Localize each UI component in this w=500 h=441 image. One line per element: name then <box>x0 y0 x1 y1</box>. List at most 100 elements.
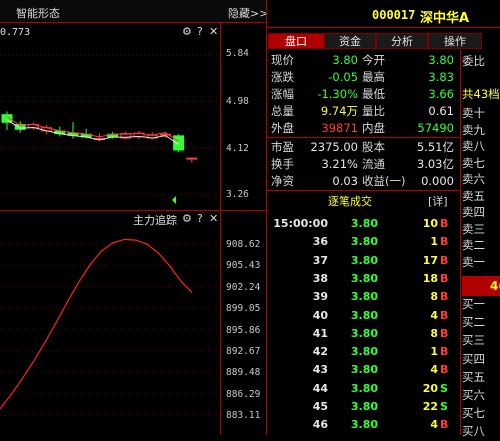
trade-time: 15:00:00 <box>273 217 328 230</box>
quote-value: 3.66 <box>428 87 454 101</box>
quote-label: 总量 <box>271 104 294 118</box>
stock-code: 000017 <box>372 8 416 22</box>
trade-volume: 22 <box>422 400 438 413</box>
trade-side: B <box>440 290 449 304</box>
tab-fenxi[interactable]: 分析 <box>376 33 428 49</box>
fund-value: 0.000 <box>421 174 454 188</box>
moving-average-line <box>6 119 179 145</box>
trade-time: 39 <box>312 290 328 304</box>
divider <box>220 22 221 435</box>
quote-label: 最高 <box>362 70 385 84</box>
trade-side: S <box>440 400 448 413</box>
trade-time: 41 <box>312 326 328 340</box>
trade-time: 42 <box>312 345 328 359</box>
trade-price: 3.80 <box>350 290 378 304</box>
candle <box>1 114 13 123</box>
kline-chart <box>0 54 220 204</box>
stock-name: 深中华A <box>420 11 470 26</box>
trade-row: 45 3.80 22 S <box>268 398 458 416</box>
quote-label: 内盘 <box>362 121 385 135</box>
trade-row: 38 3.80 18 B <box>268 270 458 288</box>
indicator-chart <box>0 238 220 416</box>
quote-value: 3.80 <box>332 53 358 67</box>
trade-side: B <box>440 217 449 230</box>
hide-panel-button[interactable]: 隐藏>> <box>228 5 268 21</box>
indicator-curve <box>0 238 193 410</box>
fund-label: 股本 <box>362 140 385 154</box>
trade-time: 36 <box>312 235 328 249</box>
trade-price: 3.80 <box>350 400 378 413</box>
trade-volume: 4 <box>430 418 438 432</box>
fund-label: 市盈 <box>271 140 294 154</box>
quote-label: 涨幅 <box>271 87 294 101</box>
trade-row: 40 3.80 4 B <box>268 307 458 325</box>
tab-zijin[interactable]: 资金 <box>324 33 376 49</box>
trade-row: 46 3.80 4 B <box>268 416 458 434</box>
trade-volume: 17 <box>422 253 438 267</box>
trade-time: 40 <box>312 308 328 322</box>
trades-detail-link[interactable]: [详] <box>428 193 448 209</box>
trade-price: 3.80 <box>350 345 378 359</box>
trade-time: 44 <box>312 381 328 395</box>
trade-side: S <box>440 381 448 395</box>
fund-value: 5.51亿 <box>416 140 454 154</box>
trade-volume: 10 <box>422 217 438 230</box>
candle <box>186 157 198 160</box>
trade-row: 15:00:00 3.80 10 B <box>268 215 458 233</box>
buy-level: 买八 <box>462 424 485 439</box>
buy-level: 买一 <box>462 297 485 311</box>
trade-row: 42 3.80 1 B <box>268 343 458 361</box>
buy-level: 买二 <box>462 315 485 330</box>
trade-time: 38 <box>312 271 328 285</box>
trade-price: 3.80 <box>350 326 378 340</box>
quote-label: 今开 <box>362 53 385 67</box>
trade-side: B <box>440 308 449 322</box>
quote-label: 量比 <box>362 104 385 118</box>
quote-label: 外盘 <box>271 121 294 135</box>
fund-label: 净资 <box>271 174 294 188</box>
buy-level: 买三 <box>462 333 485 348</box>
trade-volume: 1 <box>430 235 438 249</box>
quote-value: 0.61 <box>428 104 454 118</box>
trade-side: B <box>440 418 449 432</box>
buy-level: 买四 <box>462 351 485 366</box>
weibi-label: 委比 <box>462 54 485 68</box>
trade-volume: 18 <box>422 271 438 285</box>
trade-row: 43 3.80 4 B <box>268 361 458 379</box>
quote-label: 涨跌 <box>271 70 294 84</box>
tab-pankou[interactable]: 盘口 <box>268 33 324 49</box>
quote-value: 3.80 <box>428 53 454 67</box>
divider <box>267 137 460 138</box>
quote-value: -1.30% <box>317 87 358 101</box>
trade-volume: 8 <box>430 290 438 304</box>
trade-volume: 8 <box>430 326 438 340</box>
candle <box>173 135 185 151</box>
trade-row: 41 3.80 8 B <box>268 325 458 343</box>
trade-price: 3.80 <box>350 381 378 395</box>
trade-price: 3.80 <box>350 235 378 249</box>
trade-time: 43 <box>312 363 328 377</box>
quote-label: 最低 <box>362 87 385 101</box>
order-book-header: 共43档 <box>462 87 500 101</box>
trade-price: 3.80 <box>350 418 378 432</box>
quote-value: 3.83 <box>428 70 454 84</box>
sell-level: 卖一 <box>462 254 485 269</box>
trade-price: 3.80 <box>350 308 378 322</box>
tab-caozuo[interactable]: 操作 <box>428 33 482 49</box>
trade-row: 44 3.80 20 S <box>268 380 458 398</box>
fund-value: 3.03亿 <box>416 157 454 171</box>
quote-value: 39871 <box>321 121 358 135</box>
trade-volume: 20 <box>422 381 438 395</box>
buy-level: 买七 <box>462 406 485 421</box>
trade-row: 39 3.80 8 B <box>268 288 458 306</box>
trade-volume: 1 <box>430 345 438 359</box>
trade-side: B <box>440 271 449 285</box>
trade-price: 3.80 <box>350 217 378 230</box>
trade-price: 3.80 <box>350 271 378 285</box>
mid-price: 4( <box>462 276 500 296</box>
trade-side: B <box>440 253 449 267</box>
marker-icon <box>172 196 176 204</box>
trade-volume: 4 <box>430 308 438 322</box>
trade-price: 3.80 <box>350 253 378 267</box>
trade-side: B <box>440 345 449 359</box>
